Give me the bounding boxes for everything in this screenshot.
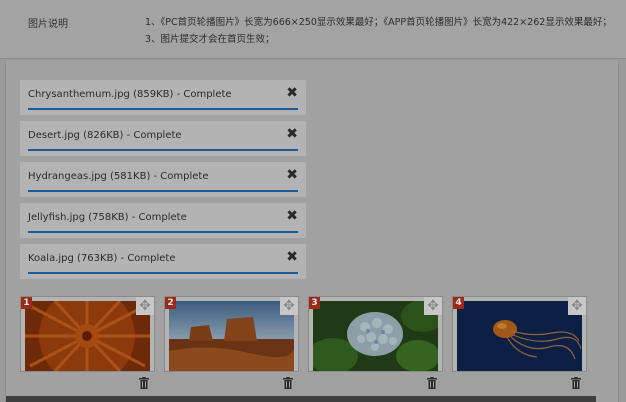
file-name: Koala.jpg (763KB) - Complete <box>28 253 176 264</box>
hydrangeas-image <box>313 301 438 371</box>
remove-file-icon[interactable]: ✖ <box>286 167 298 183</box>
upload-progress-bar <box>28 231 298 233</box>
desert-image <box>169 301 294 371</box>
move-icon[interactable]: ✥ <box>136 297 154 315</box>
jellyfish-image <box>457 301 582 371</box>
remove-file-icon[interactable]: ✖ <box>286 208 298 224</box>
file-item: Desert.jpg (826KB) - Complete ✖ <box>20 121 306 156</box>
description-line-2: 3、图片提交才会在首页生效； <box>145 34 275 45</box>
thumbnail-number: 2 <box>165 297 176 309</box>
upload-progress-bar <box>28 108 298 110</box>
image-thumbnail[interactable]: 1 ✥ <box>20 296 155 372</box>
image-thumbnail[interactable]: 4 ✥ <box>452 296 587 372</box>
horizontal-scrollbar[interactable] <box>6 396 596 402</box>
file-item: Chrysanthemum.jpg (859KB) - Complete ✖ <box>20 80 306 115</box>
thumbnail-number: 3 <box>309 297 320 309</box>
file-name: Hydrangeas.jpg (581KB) - Complete <box>28 171 209 182</box>
trash-icon[interactable] <box>571 374 581 389</box>
remove-file-icon[interactable]: ✖ <box>286 126 298 142</box>
file-name: Desert.jpg (826KB) - Complete <box>28 130 182 141</box>
trash-icon[interactable] <box>427 374 437 389</box>
thumbnail-number: 1 <box>21 297 32 309</box>
description-line-1: 1、《PC首页轮播图片》长宽为666×250显示效果最好；《APP首页轮播图片》… <box>145 17 612 28</box>
file-name: Chrysanthemum.jpg (859KB) - Complete <box>28 89 232 100</box>
move-icon[interactable]: ✥ <box>424 297 442 315</box>
upload-progress-bar <box>28 190 298 192</box>
file-name: Jellyfish.jpg (758KB) - Complete <box>28 212 187 223</box>
file-item: Jellyfish.jpg (758KB) - Complete ✖ <box>20 203 306 238</box>
trash-icon[interactable] <box>283 374 293 389</box>
upload-panel: Chrysanthemum.jpg (859KB) - Complete ✖ D… <box>5 60 619 402</box>
thumbnail-number: 4 <box>453 297 464 309</box>
image-thumbnail[interactable]: 2 ✥ <box>164 296 299 372</box>
upload-progress-bar <box>28 272 298 274</box>
file-item: Koala.jpg (763KB) - Complete ✖ <box>20 244 306 279</box>
remove-file-icon[interactable]: ✖ <box>286 85 298 101</box>
image-thumbnail[interactable]: 3 ✥ <box>308 296 443 372</box>
description-label: 图片说明 <box>28 19 68 30</box>
move-icon[interactable]: ✥ <box>568 297 586 315</box>
upload-progress-bar <box>28 149 298 151</box>
move-icon[interactable]: ✥ <box>280 297 298 315</box>
image-description-section: 图片说明 1、《PC首页轮播图片》长宽为666×250显示效果最好；《APP首页… <box>0 0 626 59</box>
remove-file-icon[interactable]: ✖ <box>286 249 298 265</box>
trash-icon[interactable] <box>139 374 149 389</box>
file-item: Hydrangeas.jpg (581KB) - Complete ✖ <box>20 162 306 197</box>
chrysanthemum-image <box>25 301 150 371</box>
